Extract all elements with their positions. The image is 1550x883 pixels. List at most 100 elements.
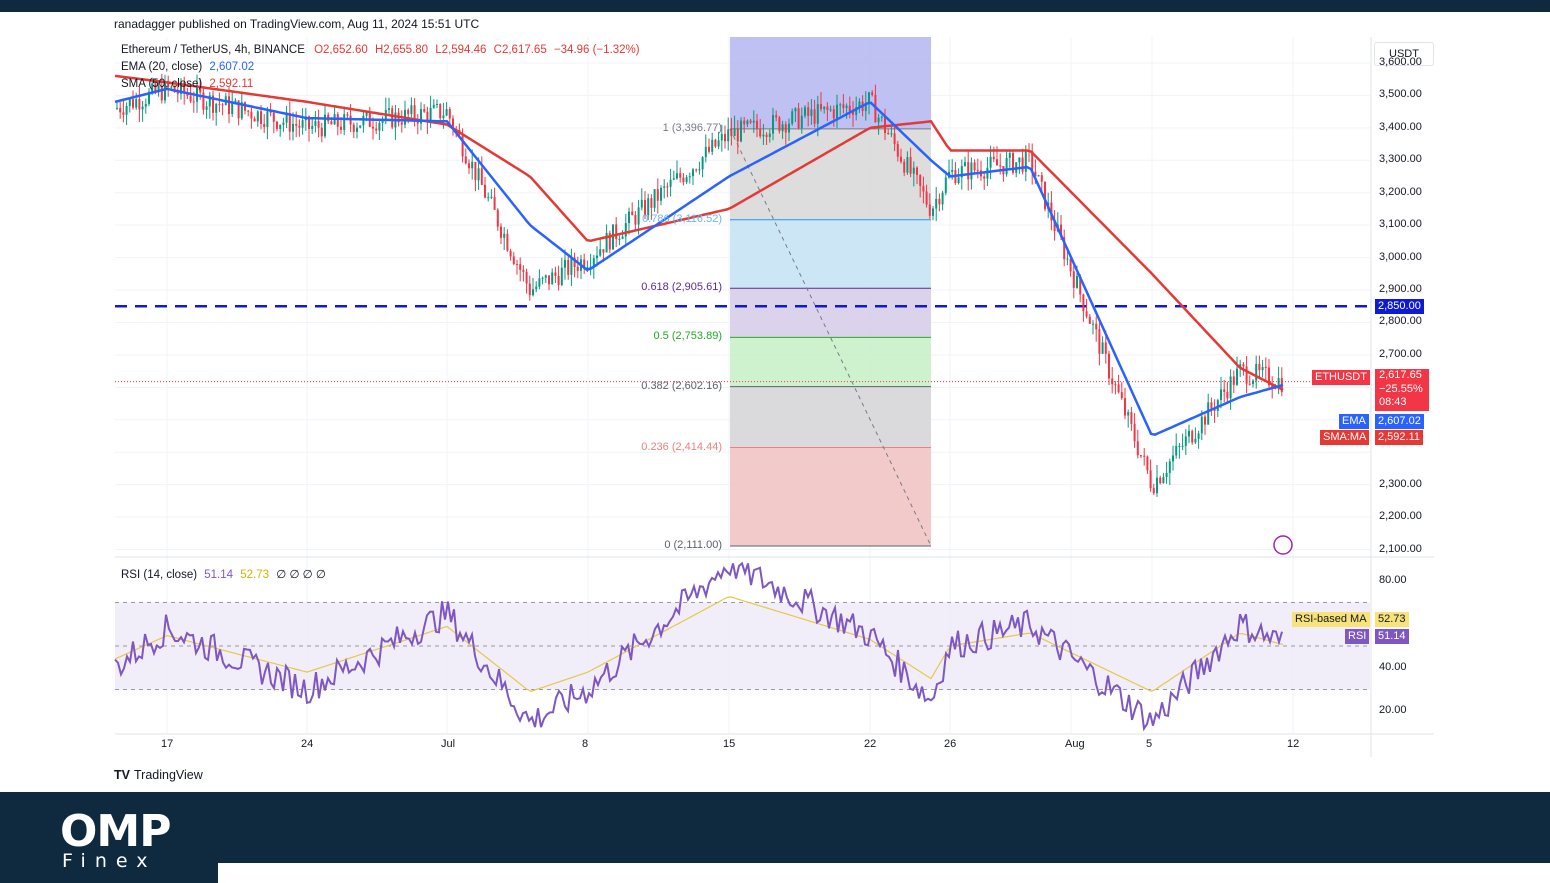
candle-body xyxy=(535,286,538,290)
candle-body xyxy=(298,125,301,128)
candle-body xyxy=(295,123,298,126)
tv-logo-icon: TV xyxy=(114,768,130,782)
candle-body xyxy=(775,115,778,118)
candle-body xyxy=(541,277,544,279)
candle-body xyxy=(679,173,682,178)
candle-body xyxy=(423,109,426,112)
candle-body xyxy=(784,124,787,133)
candle-body xyxy=(314,121,317,126)
candle-body xyxy=(484,184,486,198)
candle-body xyxy=(1232,376,1235,385)
candle-body xyxy=(736,128,739,142)
candle-body xyxy=(941,192,944,205)
candle-body xyxy=(231,103,234,114)
candle-body xyxy=(708,146,710,152)
candle-body xyxy=(1066,258,1069,260)
fib-label: 0 (2,111.00) xyxy=(664,538,722,551)
candle-body xyxy=(436,103,438,105)
rsi-legend[interactable]: RSI (14, close) 51.14 52.73 ∅ ∅ ∅ ∅ xyxy=(121,567,326,581)
fib-label: 0.5 (2,753.89) xyxy=(653,330,723,343)
candle-body xyxy=(896,144,899,157)
candle-body xyxy=(554,272,557,276)
candle-body xyxy=(189,95,192,102)
candle-body xyxy=(804,107,806,116)
last-price: 2,617.65 xyxy=(1379,369,1422,381)
candle-body xyxy=(1194,438,1197,443)
candle-body xyxy=(884,116,886,133)
candle-body xyxy=(800,115,803,129)
candle-body xyxy=(356,127,358,132)
candle-body xyxy=(730,129,733,137)
rsi-legend-label: RSI (14, close) xyxy=(121,569,198,581)
time-tick-label: 12 xyxy=(1287,738,1300,750)
candle-body xyxy=(413,105,416,120)
candle-body xyxy=(500,226,502,238)
candle-body xyxy=(564,259,566,268)
candle-body xyxy=(301,120,304,128)
ema-legend-value: 2,607.02 xyxy=(209,61,255,73)
candle-body xyxy=(900,156,902,162)
candle-body xyxy=(1133,423,1136,442)
candle-body xyxy=(1207,402,1210,425)
candle-body xyxy=(1200,416,1203,434)
candle-body xyxy=(359,125,362,128)
candle-body xyxy=(340,126,342,130)
candle-body xyxy=(1127,412,1130,416)
candle-body xyxy=(439,103,442,119)
candle-body xyxy=(640,199,643,208)
price-tick-label: 2,100.00 xyxy=(1379,542,1422,555)
candle-body xyxy=(477,168,480,181)
candle-body xyxy=(717,140,720,147)
candle-body xyxy=(701,157,704,170)
finex-logo: Finex xyxy=(62,850,157,872)
tradingview-logo[interactable]: TV TradingView xyxy=(114,768,203,782)
candle-body xyxy=(1140,455,1142,457)
fib-zone xyxy=(730,447,931,546)
candle-body xyxy=(480,168,483,185)
candle-body xyxy=(778,117,781,132)
candle-body xyxy=(596,255,598,259)
symbol-title: Ethereum / TetherUS, 4h, BINANCE xyxy=(121,44,305,56)
time-tick-label: 8 xyxy=(582,738,589,750)
candle-body xyxy=(132,99,134,108)
candle-body xyxy=(512,256,515,264)
fib-zone xyxy=(730,219,931,289)
candle-body xyxy=(839,104,842,106)
candle-body xyxy=(522,269,525,272)
ema-legend[interactable]: EMA (20, close) 2,607.02 xyxy=(121,61,254,73)
candle-body xyxy=(391,108,394,128)
candle-body xyxy=(1005,157,1008,175)
price-chart[interactable] xyxy=(0,0,1550,883)
candle-body xyxy=(448,109,451,119)
price-tick-label: 2,700.00 xyxy=(1379,347,1422,360)
candle-body xyxy=(445,109,448,116)
time-tick-label: 24 xyxy=(301,738,314,750)
tv-brand: TradingView xyxy=(133,768,203,782)
candle-body xyxy=(336,114,339,127)
candle-body xyxy=(311,125,314,129)
candle-body xyxy=(688,176,691,178)
candle-body xyxy=(1252,380,1254,385)
candle-body xyxy=(788,123,790,133)
candle-body xyxy=(432,104,435,108)
candle-body xyxy=(1248,383,1251,385)
candle-body xyxy=(660,187,662,201)
candle-body xyxy=(548,275,550,285)
candle-body xyxy=(192,101,195,103)
candle-body xyxy=(1220,389,1222,401)
candle-body xyxy=(813,109,816,124)
price-tick-label: 3,200.00 xyxy=(1379,185,1422,198)
candle-body xyxy=(1124,398,1126,416)
candle-body xyxy=(317,121,320,128)
candle-body xyxy=(1242,364,1245,367)
candle-body xyxy=(138,99,141,110)
sma-legend[interactable]: SMA (50, close) 2,592.11 xyxy=(121,78,253,90)
candle-body xyxy=(128,99,131,107)
price-tick-label: 2,200.00 xyxy=(1379,510,1422,523)
candle-body xyxy=(912,167,915,174)
rsi-ma-tag: RSI-based MA xyxy=(1292,612,1370,627)
candle-body xyxy=(144,103,147,107)
candle-body xyxy=(823,106,826,110)
candle-body xyxy=(506,233,509,251)
candle-body xyxy=(887,132,890,135)
